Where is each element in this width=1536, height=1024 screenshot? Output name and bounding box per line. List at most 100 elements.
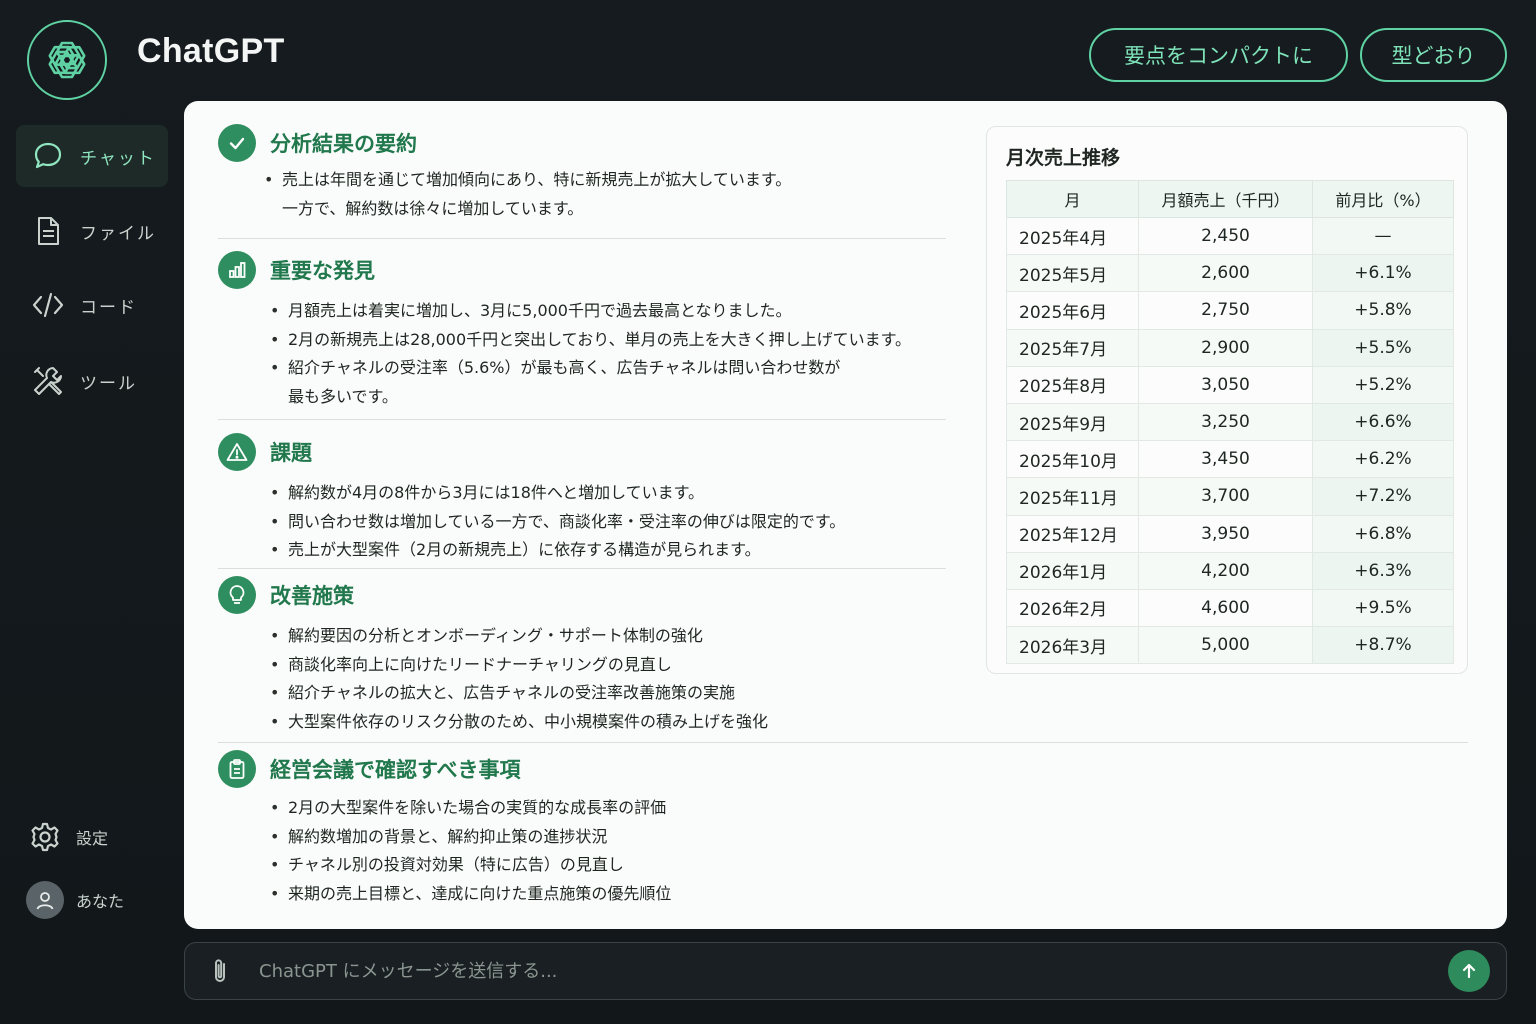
- table-cell: 2025年11月: [1006, 477, 1139, 516]
- openai-logo-icon: [27, 20, 107, 100]
- check-icon: [218, 124, 256, 162]
- list-item: 解約要因の分析とオンボーディング・サポート体制の強化: [268, 622, 768, 651]
- section-title: 経営会議で確認すべき事項: [270, 758, 521, 782]
- divider: [218, 238, 946, 239]
- list-item: 商談化率向上に向けたリードナーチャリングの見直し: [268, 651, 768, 680]
- arrow-up-icon: [1462, 963, 1476, 979]
- clipboard-icon: [218, 750, 256, 788]
- table-cell: 2026年2月: [1006, 588, 1139, 628]
- table-cell: 2,600: [1138, 254, 1313, 293]
- table-header-row: 月 月額売上（千円） 前月比（%）: [1006, 180, 1454, 218]
- chat-bubble-icon: [30, 138, 66, 174]
- table-cell: 2025年10月: [1006, 440, 1139, 479]
- list-item: 紹介チャネルの拡大と、広告チャネルの受注率改善施策の実施: [268, 679, 768, 708]
- settings-link[interactable]: 設定: [26, 818, 108, 856]
- table-cell: +6.6%: [1312, 402, 1454, 442]
- table-row: 2025年6月 2,750 +5.8%: [1006, 291, 1454, 330]
- table-row: 2025年12月 3,950 +6.8%: [1006, 514, 1454, 553]
- table-title: 月次売上推移: [1006, 147, 1121, 169]
- table-cell: —: [1312, 216, 1454, 256]
- bullet-text: 一方で、解約数は徐々に増加しています。: [282, 198, 584, 218]
- sidebar-item-tools[interactable]: ツール: [16, 350, 168, 412]
- avatar: [26, 881, 64, 919]
- table-cell: 2025年4月: [1006, 216, 1139, 256]
- list-item: 来期の売上目標と、達成に向けた重点施策の優先順位: [268, 880, 671, 909]
- table-cell: +6.8%: [1312, 514, 1454, 553]
- table-row: 2025年9月 3,250 +6.6%: [1006, 402, 1454, 442]
- divider: [218, 742, 1468, 743]
- column-header: 月額売上（千円）: [1138, 180, 1313, 218]
- table-row: 2025年5月 2,600 +6.1%: [1006, 254, 1454, 293]
- table-cell: 3,250: [1138, 402, 1313, 442]
- table-cell: 2025年9月: [1006, 402, 1139, 442]
- meeting-section: 経営会議で確認すべき事項 2月の大型案件を除いた場合の実質的な成長率の評価 解約…: [218, 750, 671, 908]
- table-cell: 2026年1月: [1006, 551, 1139, 590]
- findings-section: 重要な発見 月額売上は着実に増加し、3月に5,000千円で過去最高となりました。…: [218, 251, 911, 411]
- table-cell: 2,750: [1138, 291, 1313, 330]
- file-icon: [30, 213, 66, 249]
- monthly-sales-panel: 月次売上推移 月 月額売上（千円） 前月比（%） 2025年4月 2,450—20…: [986, 126, 1468, 674]
- list-item: 問い合わせ数は増加している一方で、商談化率・受注率の伸びは限定的です。: [268, 508, 845, 537]
- table-cell: +5.5%: [1312, 328, 1454, 367]
- summary-section: 分析結果の要約 売上は年間を通じて増加傾向にあり、特に新規売上が拡大しています。…: [218, 124, 791, 223]
- table-cell: 2,450: [1138, 216, 1313, 256]
- bar-chart-icon: [218, 251, 256, 289]
- table-cell: 4,600: [1138, 588, 1313, 628]
- table-cell: 2025年12月: [1006, 514, 1139, 553]
- list-item: チャネル別の投資対効果（特に広告）の見直し: [268, 851, 671, 880]
- list-item: 解約数が4月の8件から3月には18件へと増加しています。: [268, 479, 845, 508]
- table-cell: 2026年3月: [1006, 626, 1139, 665]
- list-item: 紹介チャネルの受注率（5.6%）が最も高く、広告チャネルは問い合わせ数が 最も多…: [268, 354, 911, 411]
- app-window: ChatGPT 要点をコンパクトに 型どおり チャット ファイル コード ツール…: [0, 0, 1536, 1024]
- warning-icon: [218, 433, 256, 471]
- app-title: ChatGPT: [137, 32, 285, 70]
- table-cell: 3,950: [1138, 514, 1313, 553]
- table-cell: 2025年8月: [1006, 365, 1139, 404]
- table-cell: 2,900: [1138, 328, 1313, 367]
- send-button[interactable]: [1448, 950, 1490, 992]
- list-item: 大型案件依存のリスク分散のため、中小規模案件の積み上げを強化: [268, 708, 768, 737]
- sidebar-item-code[interactable]: コード: [16, 274, 168, 336]
- sidebar-item-label: コード: [80, 297, 137, 318]
- table-row: 2026年3月 5,000 +8.7%: [1006, 626, 1454, 665]
- attach-paperclip-icon[interactable]: [185, 942, 255, 1000]
- list-item: 解約数増加の背景と、解約抑止策の進捗状況: [268, 823, 671, 852]
- table-cell: 3,450: [1138, 440, 1313, 479]
- table-cell: +7.2%: [1312, 477, 1454, 516]
- table-row: 2026年1月 4,200 +6.3%: [1006, 551, 1454, 590]
- divider: [218, 568, 946, 569]
- column-header: 前月比（%）: [1312, 180, 1454, 218]
- table-row: 2025年7月 2,900 +5.5%: [1006, 328, 1454, 367]
- lightbulb-icon: [218, 576, 256, 614]
- table-cell: 3,050: [1138, 365, 1313, 404]
- table-cell: +5.8%: [1312, 291, 1454, 330]
- list-item: 売上が大型案件（2月の新規売上）に依存する構造が見られます。: [268, 536, 845, 565]
- list-item: 売上は年間を通じて増加傾向にあり、特に新規売上が拡大しています。 一方で、解約数…: [262, 166, 791, 223]
- user-profile[interactable]: あなた: [26, 881, 124, 919]
- compact-summary-button[interactable]: 要点をコンパクトに: [1089, 28, 1348, 82]
- sidebar-item-files[interactable]: ファイル: [16, 200, 168, 262]
- tools-icon: [30, 363, 66, 399]
- column-header: 月: [1006, 180, 1139, 218]
- format-template-button[interactable]: 型どおり: [1360, 28, 1507, 82]
- table-cell: +6.2%: [1312, 440, 1454, 479]
- sidebar-item-label: ファイル: [80, 223, 156, 244]
- section-title: 課題: [270, 441, 312, 465]
- sidebar-item-chat[interactable]: チャット: [16, 125, 168, 187]
- table-cell: 2025年6月: [1006, 291, 1139, 330]
- gear-icon: [26, 818, 64, 856]
- table-row: 2025年8月 3,050 +5.2%: [1006, 365, 1454, 404]
- list-item: 2月の大型案件を除いた場合の実質的な成長率の評価: [268, 794, 671, 823]
- code-icon: [30, 287, 66, 323]
- monthly-sales-table: 月 月額売上（千円） 前月比（%） 2025年4月 2,450—2025年5月 2,…: [1006, 180, 1454, 665]
- table-row: 2025年4月 2,450—: [1006, 216, 1454, 256]
- message-input[interactable]: [255, 942, 1448, 1000]
- table-cell: 5,000: [1138, 626, 1313, 665]
- bullet-text: 紹介チャネルの受注率（5.6%）が最も高く、広告チャネルは問い合わせ数が: [288, 358, 841, 377]
- assistant-response-card: 分析結果の要約 売上は年間を通じて増加傾向にあり、特に新規売上が拡大しています。…: [184, 101, 1507, 929]
- sidebar-item-label: ツール: [80, 373, 137, 394]
- message-composer: [184, 942, 1507, 1000]
- section-title: 改善施策: [270, 584, 354, 608]
- table-row: 2025年10月 3,450 +6.2%: [1006, 440, 1454, 479]
- table-cell: 4,200: [1138, 551, 1313, 590]
